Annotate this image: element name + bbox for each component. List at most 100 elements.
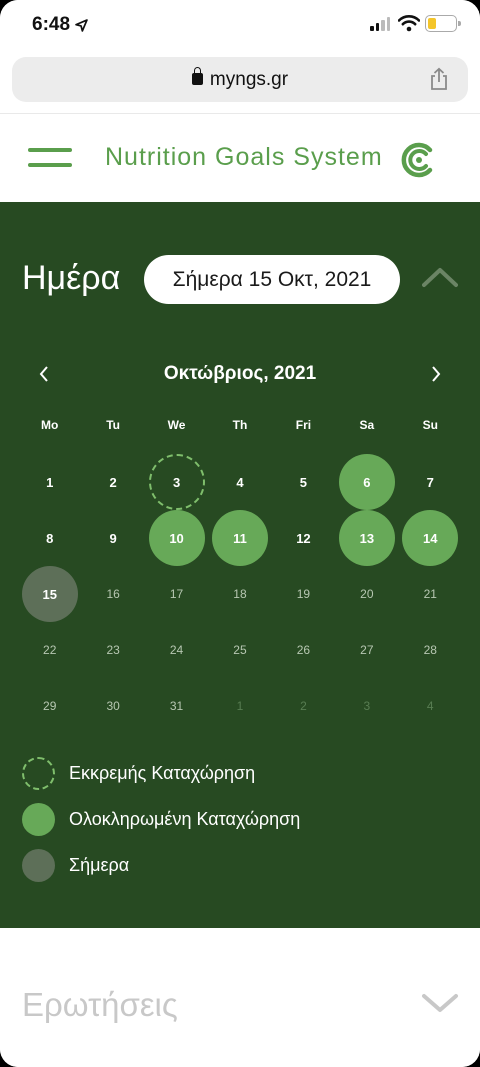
- site-header: Nutrition Goals System: [0, 113, 480, 202]
- battery-icon: [425, 15, 461, 32]
- legend-pending-label: Εκκρεμής Καταχώρηση: [69, 762, 256, 783]
- weekday-label: Tu: [106, 418, 121, 432]
- calendar-day[interactable]: 19: [272, 566, 335, 622]
- weekday-label: Fri: [295, 418, 312, 432]
- calendar-day[interactable]: 22: [18, 622, 81, 678]
- calendar-day[interactable]: 1: [208, 678, 271, 734]
- status-bar: 6:48: [0, 0, 480, 48]
- phone-screen: 6:48 myngs.gr Nutrition Goals System Ημέ…: [0, 0, 480, 1067]
- faq-section[interactable]: Ερωτήσεις: [0, 928, 480, 1067]
- calendar-day-number: 4: [426, 699, 434, 713]
- calendar-day[interactable]: 3: [145, 454, 208, 510]
- calendar-day-number: 22: [43, 643, 57, 657]
- completed-marker-icon: [22, 802, 55, 836]
- calendar-day-number: 2: [109, 474, 117, 490]
- calendar-day[interactable]: 6: [335, 454, 398, 510]
- calendar-day[interactable]: 4: [208, 454, 271, 510]
- day-calendar-panel: Ημέρα Σήμερα 15 Οκτ, 2021 Οκτώβριος, 202…: [0, 202, 480, 928]
- calendar-day[interactable]: 18: [208, 566, 271, 622]
- calendar-day-number: 27: [360, 643, 374, 657]
- calendar-day-number: 31: [169, 699, 184, 713]
- calendar-day-number: 15: [21, 566, 78, 622]
- address-bar[interactable]: myngs.gr: [12, 57, 468, 102]
- menu-button[interactable]: [28, 148, 72, 170]
- calendar-day-number: 14: [402, 510, 459, 566]
- calendar-day-number: 2: [300, 699, 307, 713]
- calendar-day[interactable]: 27: [335, 622, 398, 678]
- calendar-day-number: 11: [211, 510, 268, 566]
- calendar-day[interactable]: 20: [335, 566, 398, 622]
- calendar-day[interactable]: 15: [18, 566, 81, 622]
- calendar-day-number: 3: [148, 454, 205, 510]
- calendar-day-number: 18: [233, 587, 247, 601]
- calendar-day[interactable]: 1: [18, 454, 81, 510]
- calendar-day-number: 20: [360, 587, 374, 601]
- calendar-day-number: 26: [296, 643, 311, 657]
- weekday-label: Th: [232, 418, 248, 432]
- calendar-day[interactable]: 9: [81, 510, 144, 566]
- calendar-day-number: 4: [236, 474, 244, 490]
- location-arrow-icon: [75, 18, 88, 32]
- calendar-day[interactable]: 5: [272, 454, 335, 510]
- share-icon[interactable]: [428, 67, 450, 91]
- calendar-day[interactable]: 30: [81, 678, 144, 734]
- calendar-day[interactable]: 23: [81, 622, 144, 678]
- wifi-icon: [398, 15, 420, 32]
- brand-name: Nutrition Goals System: [105, 143, 383, 171]
- calendar-grid: 1 2 3 4 5 6 7 8 9 10 11 12 13 14 15 16 17 18 19 20 21 22 23 24 2…: [18, 454, 462, 734]
- calendar-day[interactable]: 29: [18, 678, 81, 734]
- calendar-day[interactable]: 12: [272, 510, 335, 566]
- weekday-label: Mo: [41, 418, 59, 432]
- calendar-day-number: 30: [106, 699, 120, 713]
- calendar-day[interactable]: 21: [399, 566, 462, 622]
- weekday-header: Mo Tu We Th Fri Sa Su: [18, 418, 462, 432]
- calendar-day-number: 8: [46, 530, 54, 546]
- calendar-day[interactable]: 2: [272, 678, 335, 734]
- calendar-day[interactable]: 8: [18, 510, 81, 566]
- weekday-label: We: [167, 418, 186, 432]
- calendar-day-number: 6: [338, 454, 395, 510]
- calendar-day[interactable]: 17: [145, 566, 208, 622]
- calendar-day[interactable]: 16: [81, 566, 144, 622]
- calendar-day-number: 12: [296, 530, 311, 546]
- calendar-day-number: 10: [148, 510, 205, 566]
- status-time: 6:48: [32, 14, 88, 36]
- calendar-day[interactable]: 10: [145, 510, 208, 566]
- legend-completed: Ολοκληρωμένη Καταχώρηση: [22, 796, 300, 842]
- calendar-day-number: 21: [423, 587, 437, 601]
- legend-completed-label: Ολοκληρωμένη Καταχώρηση: [69, 808, 301, 829]
- faq-title: Ερωτήσεις: [22, 986, 178, 1023]
- calendar-day[interactable]: 11: [208, 510, 271, 566]
- calendar-day[interactable]: 4: [399, 678, 462, 734]
- calendar-day[interactable]: 31: [145, 678, 208, 734]
- pending-marker-icon: [22, 756, 55, 790]
- calendar-day[interactable]: 7: [399, 454, 462, 510]
- legend-pending: Εκκρεμής Καταχώρηση: [22, 750, 300, 796]
- calendar-day-number: 25: [233, 643, 247, 657]
- month-label: Οκτώβριος, 2021: [163, 363, 317, 384]
- chevron-down-icon[interactable]: [421, 992, 459, 1014]
- calendar-day-number: 13: [338, 510, 395, 566]
- calendar-day[interactable]: 2: [81, 454, 144, 510]
- calendar-day-number: 7: [426, 474, 434, 490]
- calendar-day[interactable]: 26: [272, 622, 335, 678]
- calendar-day-number: 23: [106, 643, 120, 657]
- weekday-label: Sa: [359, 418, 375, 432]
- brand-logo-icon: [401, 142, 433, 178]
- calendar-day[interactable]: 14: [399, 510, 462, 566]
- calendar-day-number: 17: [169, 587, 184, 601]
- calendar-day[interactable]: 3: [335, 678, 398, 734]
- chevron-right-icon[interactable]: [428, 364, 444, 384]
- today-marker-icon: [22, 848, 55, 882]
- legend-today-label: Σήμερα: [69, 854, 130, 875]
- calendar-day-number: 1: [236, 699, 244, 713]
- calendar-day[interactable]: 13: [335, 510, 398, 566]
- calendar-day[interactable]: 28: [399, 622, 462, 678]
- chevron-up-icon[interactable]: [422, 266, 458, 290]
- calendar-day-number: 19: [296, 587, 311, 601]
- calendar-day-number: 5: [299, 474, 308, 490]
- today-date-button[interactable]: Σήμερα 15 Οκτ, 2021: [144, 255, 400, 304]
- calendar-day[interactable]: 25: [208, 622, 271, 678]
- url-text: myngs.gr: [209, 69, 289, 90]
- calendar-day[interactable]: 24: [145, 622, 208, 678]
